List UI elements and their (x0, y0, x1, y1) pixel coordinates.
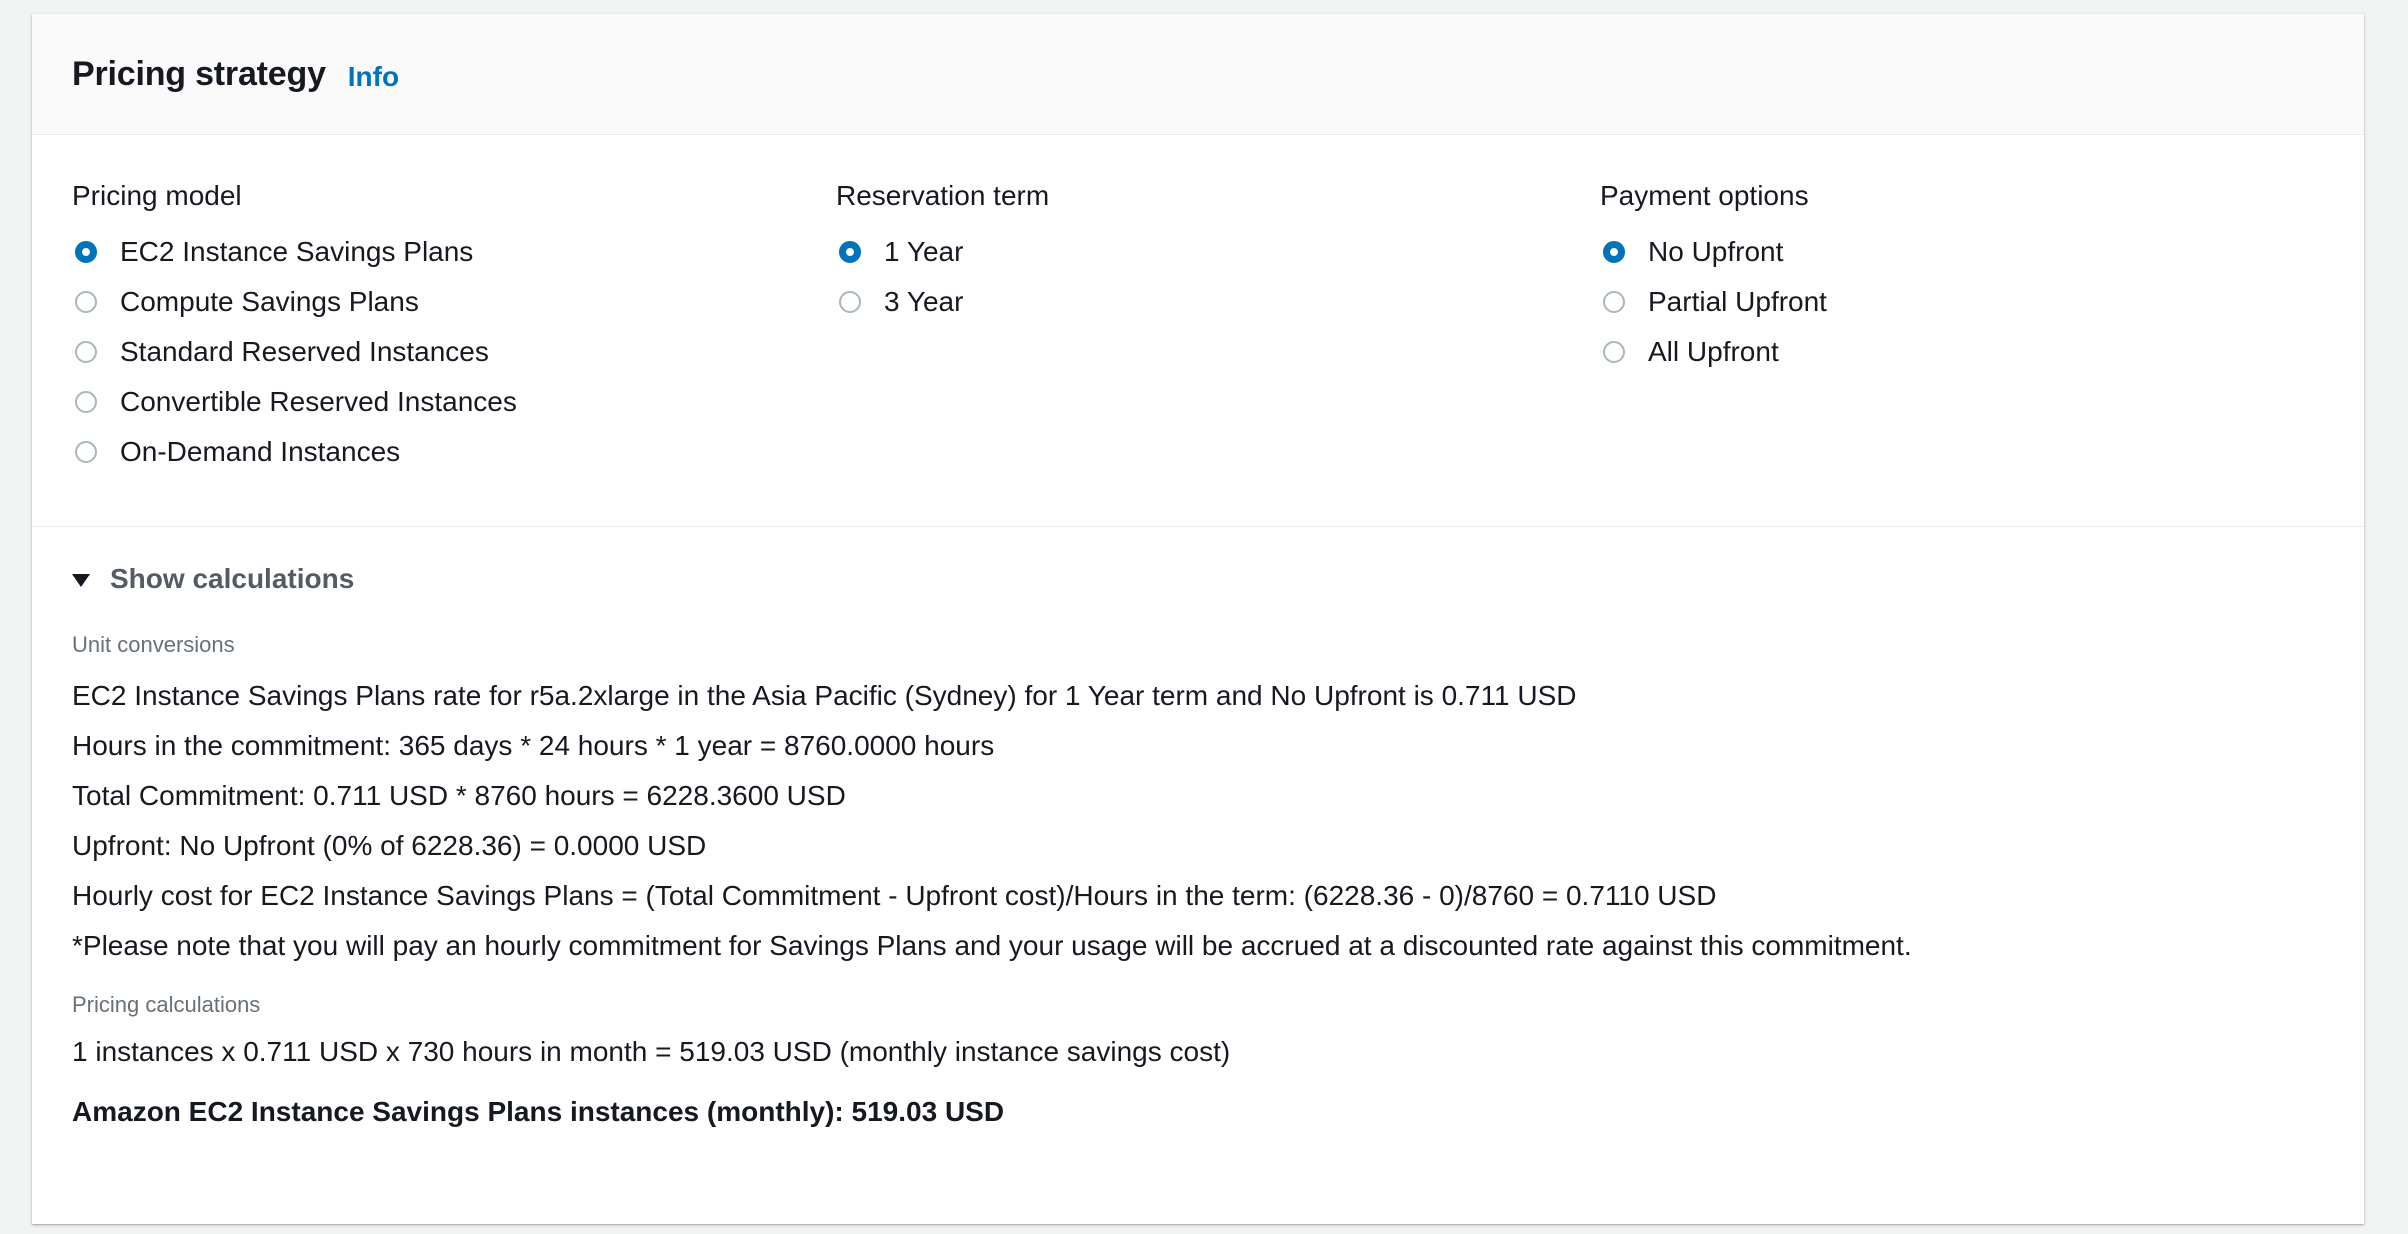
calc-line-total-commitment: Total Commitment: 0.711 USD * 8760 hours… (72, 780, 846, 811)
radio-label: No Upfront (1648, 236, 1784, 267)
pricing-model-label: Pricing model (72, 180, 242, 211)
radio-all-upfront[interactable]: All Upfront (1600, 327, 1827, 377)
radio-label: 1 Year (884, 236, 964, 267)
radio-compute-savings-plans[interactable]: Compute Savings Plans (72, 277, 517, 327)
info-link[interactable]: Info (348, 61, 399, 93)
radio-on-demand-instances[interactable]: On-Demand Instances (72, 427, 517, 477)
radio-unchecked-icon[interactable] (1603, 341, 1625, 363)
caret-down-icon (72, 573, 90, 587)
radio-label: On-Demand Instances (120, 436, 401, 467)
monthly-total: Amazon EC2 Instance Savings Plans instan… (72, 1096, 1005, 1127)
panel-title: Pricing strategy (72, 54, 326, 93)
reservation-term-group: Reservation term 1 Year 3 Year (836, 179, 1049, 327)
radio-label: All Upfront (1648, 336, 1779, 367)
radio-checked-icon[interactable] (839, 241, 861, 263)
unit-conversions-label: Unit conversions (72, 632, 235, 657)
calc-line-note: *Please note that you will pay an hourly… (72, 930, 1912, 961)
radio-label: Compute Savings Plans (120, 286, 419, 317)
show-calculations-toggle[interactable]: Show calculations (72, 561, 2364, 597)
radio-unchecked-icon[interactable] (75, 291, 97, 313)
radio-checked-icon[interactable] (1603, 241, 1625, 263)
radio-1-year[interactable]: 1 Year (836, 227, 1049, 277)
calc-line-rate: EC2 Instance Savings Plans rate for r5a.… (72, 680, 1577, 711)
calc-line-upfront: Upfront: No Upfront (0% of 6228.36) = 0.… (72, 830, 707, 861)
reservation-term-label: Reservation term (836, 180, 1050, 211)
radio-label: EC2 Instance Savings Plans (120, 236, 474, 267)
radio-unchecked-icon[interactable] (1603, 291, 1625, 313)
radio-label: 3 Year (884, 286, 964, 317)
radio-unchecked-icon[interactable] (75, 441, 97, 463)
radio-checked-icon[interactable] (75, 241, 97, 263)
calc-line-pricing: 1 instances x 0.711 USD x 730 hours in m… (72, 1036, 1231, 1067)
pricing-model-group: Pricing model EC2 Instance Savings Plans… (72, 179, 517, 477)
radio-partial-upfront[interactable]: Partial Upfront (1600, 277, 1827, 327)
radio-unchecked-icon[interactable] (839, 291, 861, 313)
radio-unchecked-icon[interactable] (75, 341, 97, 363)
payment-options-label: Payment options (1600, 180, 1809, 211)
payment-options-group: Payment options No Upfront Partial Upfro… (1600, 179, 1827, 377)
calc-line-hours: Hours in the commitment: 365 days * 24 h… (72, 730, 995, 761)
radio-3-year[interactable]: 3 Year (836, 277, 1049, 327)
calculations-section: Show calculations Unit conversions EC2 I… (32, 527, 2364, 1137)
radio-unchecked-icon[interactable] (75, 391, 97, 413)
radio-convertible-reserved-instances[interactable]: Convertible Reserved Instances (72, 377, 517, 427)
calc-line-hourly-cost: Hourly cost for EC2 Instance Savings Pla… (72, 880, 1717, 911)
radio-label: Standard Reserved Instances (120, 336, 489, 367)
pricing-calculations-label: Pricing calculations (72, 992, 261, 1017)
panel-header: Pricing strategy Info (32, 14, 2364, 135)
show-calculations-label: Show calculations (110, 563, 355, 594)
radio-label: Convertible Reserved Instances (120, 386, 517, 417)
radio-no-upfront[interactable]: No Upfront (1600, 227, 1827, 277)
radio-ec2-instance-savings-plans[interactable]: EC2 Instance Savings Plans (72, 227, 517, 277)
radio-label: Partial Upfront (1648, 286, 1827, 317)
pricing-options-section: Pricing model EC2 Instance Savings Plans… (32, 135, 2364, 527)
radio-standard-reserved-instances[interactable]: Standard Reserved Instances (72, 327, 517, 377)
pricing-strategy-panel: Pricing strategy Info Pricing model EC2 … (32, 14, 2364, 1224)
